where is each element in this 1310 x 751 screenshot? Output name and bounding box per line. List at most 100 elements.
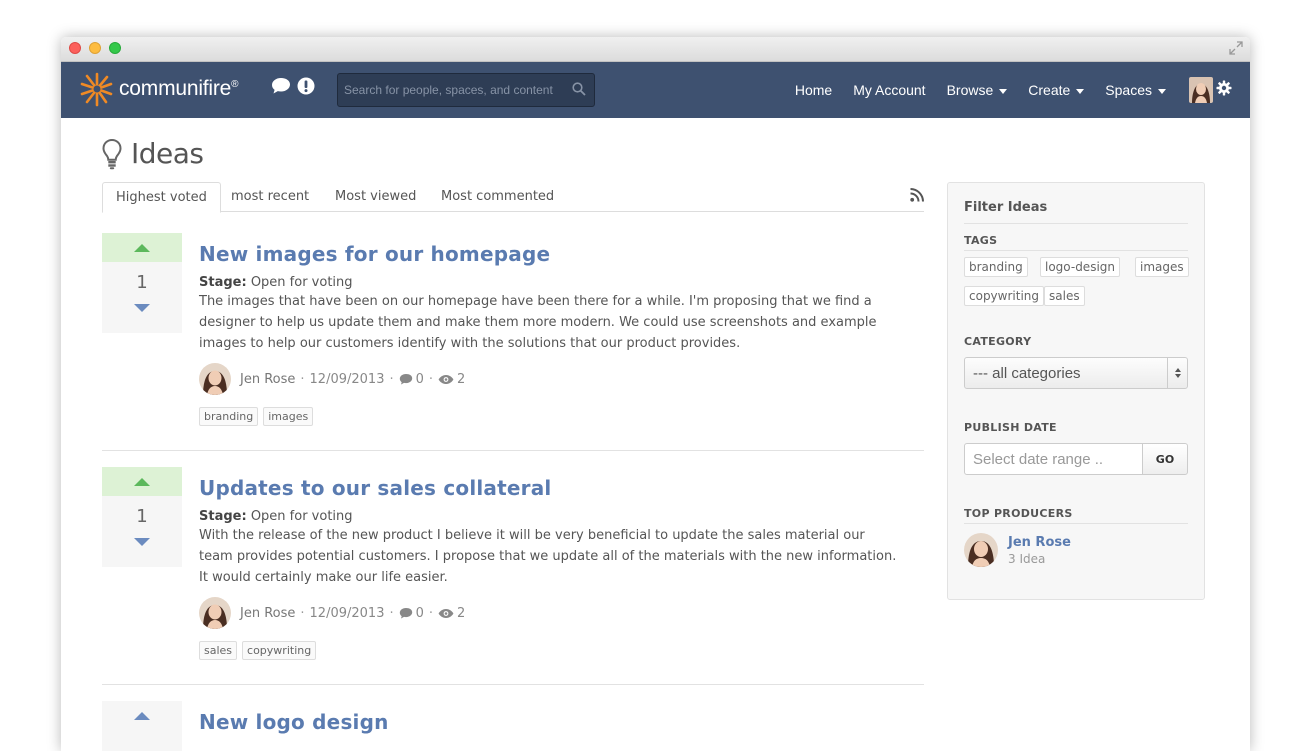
tag-link[interactable]: images — [263, 407, 314, 426]
tag-link[interactable]: copywriting — [242, 641, 317, 660]
idea-title-link[interactable]: New images for our homepage — [199, 242, 899, 266]
nav-spaces[interactable]: Spaces — [1105, 82, 1166, 98]
idea-item: 1 New images for our homepage Stage: Ope… — [102, 233, 924, 453]
idea-meta: Jen Rose · 12/09/2013 · 0 · 2 — [199, 597, 899, 629]
arrow-up-icon — [134, 477, 150, 486]
idea-divider — [102, 450, 924, 451]
nav-create[interactable]: Create — [1028, 82, 1085, 98]
date-range-input[interactable] — [964, 443, 1143, 475]
tab-most-viewed[interactable]: Most viewed — [322, 182, 429, 212]
author-name-link[interactable]: Jen Rose — [240, 606, 295, 621]
arrow-down-icon — [134, 538, 150, 546]
top-producers-heading: TOP PRODUCERS — [964, 507, 1073, 520]
communifire-logo[interactable]: communifire® — [79, 70, 239, 108]
divider — [964, 223, 1188, 224]
zoom-window-button[interactable] — [109, 42, 121, 54]
gear-icon[interactable] — [1216, 80, 1232, 96]
nav-my-account[interactable]: My Account — [853, 82, 925, 98]
idea-description: With the release of the new product I be… — [199, 528, 897, 585]
search-input[interactable] — [338, 74, 566, 106]
vote-widget — [102, 701, 182, 751]
main-menu: Home My Account Browse Create Spaces — [774, 62, 1166, 118]
downvote-button[interactable] — [102, 303, 182, 333]
tag-filter-images[interactable]: images — [1135, 257, 1189, 277]
vote-widget: 1 — [102, 233, 182, 333]
stage-value: Open for voting — [250, 275, 353, 290]
divider — [964, 523, 1188, 524]
top-producer-item: Jen Rose 3 Idea — [964, 533, 1071, 567]
tag-filter-logo-design[interactable]: logo-design — [1040, 257, 1120, 277]
nav-home[interactable]: Home — [795, 82, 832, 98]
sunburst-logo-icon — [80, 72, 113, 107]
eye-icon — [438, 374, 454, 384]
search-icon[interactable] — [572, 82, 586, 96]
caret-down-icon — [1158, 89, 1166, 94]
sidebar-title: Filter Ideas — [964, 200, 1048, 215]
alert-icon[interactable] — [297, 77, 315, 95]
producer-idea-count: 3 Idea — [1008, 551, 1046, 566]
arrow-up-icon — [134, 711, 150, 720]
close-window-button[interactable] — [69, 42, 81, 54]
idea-description: The images that have been on our homepag… — [199, 294, 877, 351]
stage-label: Stage: — [199, 275, 247, 290]
upvote-button[interactable] — [102, 467, 182, 496]
producer-avatar[interactable] — [964, 533, 998, 567]
stage-label: Stage: — [199, 509, 247, 524]
top-navigation-bar: communifire® Home My Account Browse Crea — [61, 62, 1250, 118]
category-select[interactable]: --- all categories — [964, 357, 1188, 389]
producer-name-link[interactable]: Jen Rose — [1008, 535, 1071, 550]
view-count: 2 — [457, 371, 466, 387]
tab-label: Most viewed — [335, 189, 417, 204]
idea-title-link[interactable]: New logo design — [199, 710, 899, 734]
vote-count: 1 — [102, 262, 182, 303]
nav-home-label: Home — [794, 82, 833, 98]
tag-filter-branding[interactable]: branding — [964, 257, 1028, 277]
page-title: Ideas — [131, 137, 204, 170]
upvote-button[interactable] — [102, 701, 182, 730]
select-arrows-icon — [1167, 358, 1187, 388]
tag-filter-sales[interactable]: sales — [1044, 286, 1085, 306]
nav-my-account-label: My Account — [853, 82, 926, 98]
tab-label: Highest voted — [116, 190, 207, 205]
separator: · — [389, 371, 394, 387]
idea-date: 12/09/2013 — [309, 605, 385, 621]
category-heading: CATEGORY — [964, 335, 1032, 348]
tag-link[interactable]: branding — [199, 407, 259, 426]
nav-browse[interactable]: Browse — [947, 82, 1008, 98]
author-avatar[interactable] — [199, 597, 231, 629]
sort-tabs: Highest voted most recent Most viewed Mo… — [102, 182, 924, 213]
fullscreen-icon[interactable] — [1228, 40, 1244, 56]
chat-bubble-icon[interactable] — [271, 77, 291, 95]
tag-filter-copywriting[interactable]: copywriting — [964, 286, 1045, 306]
downvote-button[interactable] — [102, 537, 182, 567]
upvote-button[interactable] — [102, 233, 182, 262]
caret-down-icon — [999, 89, 1008, 94]
vote-widget: 1 — [102, 467, 182, 567]
comment-count: 0 — [415, 371, 424, 387]
separator: · — [389, 605, 394, 621]
tags-heading: TAGS — [964, 234, 998, 247]
idea-meta: Jen Rose · 12/09/2013 · 0 · 2 — [199, 363, 899, 395]
separator: · — [300, 605, 305, 621]
minimize-window-button[interactable] — [89, 42, 101, 54]
eye-icon — [438, 608, 454, 618]
tag-link[interactable]: sales — [199, 641, 238, 660]
go-button[interactable]: GO — [1142, 443, 1188, 475]
rss-feed-icon[interactable] — [910, 188, 924, 202]
tab-most-commented[interactable]: Most commented — [428, 182, 567, 212]
idea-title-link[interactable]: Updates to our sales collateral — [199, 476, 899, 500]
comment-icon — [399, 608, 412, 619]
author-avatar[interactable] — [199, 363, 231, 395]
page-header: Ideas — [101, 137, 204, 170]
tab-highest-voted[interactable]: Highest voted — [102, 182, 221, 213]
arrow-up-icon — [134, 243, 150, 252]
nav-browse-label: Browse — [946, 82, 994, 98]
author-name-link[interactable]: Jen Rose — [240, 372, 295, 387]
comment-count: 0 — [415, 605, 424, 621]
tab-most-recent[interactable]: most recent — [218, 182, 322, 212]
user-avatar[interactable] — [1189, 77, 1213, 103]
nav-spaces-label: Spaces — [1105, 82, 1152, 98]
tab-label: most recent — [231, 189, 310, 204]
idea-divider — [102, 684, 924, 685]
view-count: 2 — [457, 605, 466, 621]
